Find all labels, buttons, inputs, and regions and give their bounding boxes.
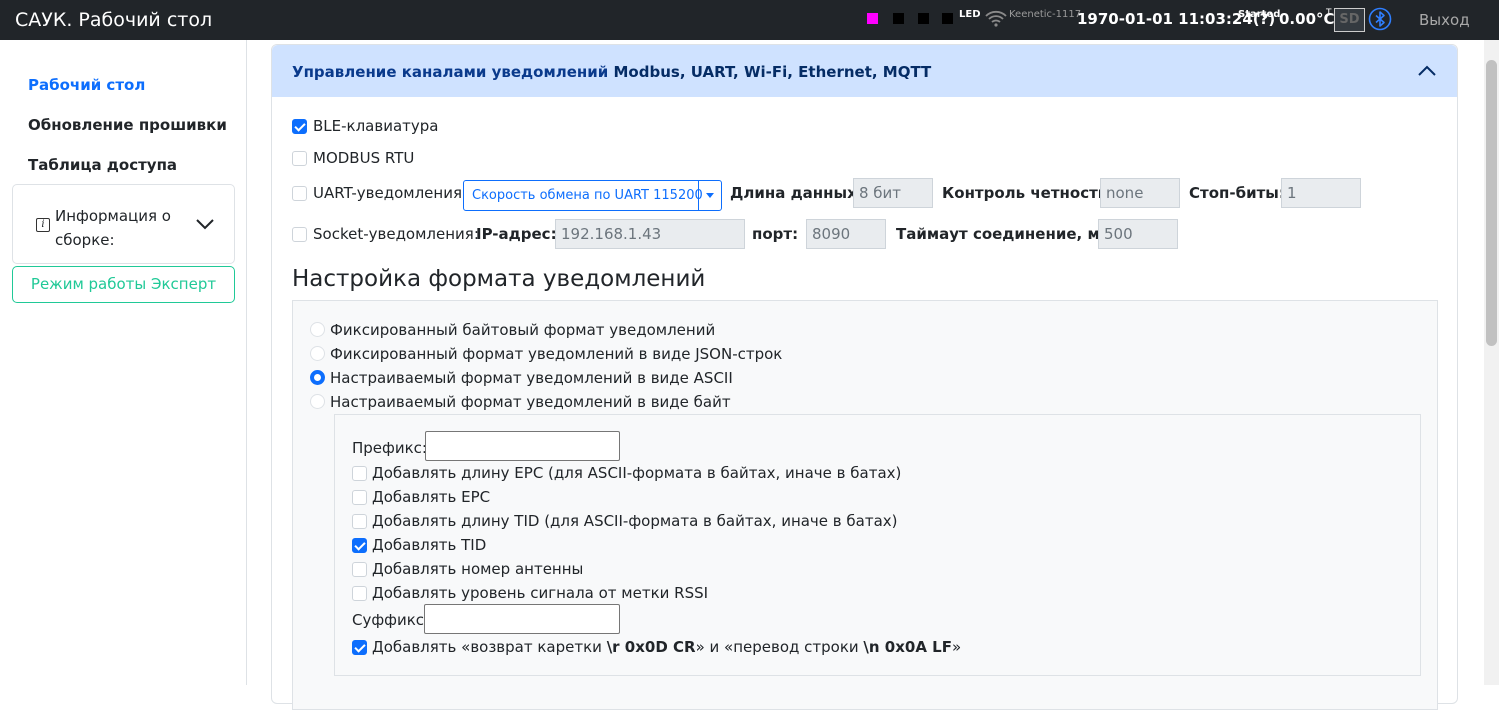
format-radio-fixed-bytes[interactable] — [310, 322, 325, 337]
top-navbar: САУК. Рабочий стол LED Keenetic-1117 197… — [0, 0, 1499, 40]
format-heading: Настройка формата уведомлений — [292, 266, 706, 292]
led-indicator-1 — [867, 13, 878, 24]
wifi-network-name: Keenetic-1117 — [1009, 9, 1082, 20]
custom-format-box: Префикс: Добавлять длину EPC (для ASCII-… — [334, 414, 1421, 676]
prefix-input[interactable] — [425, 431, 620, 461]
state-label: Started — [1238, 9, 1281, 20]
flag-checkbox-epc[interactable] — [352, 490, 367, 505]
format-option-label: Фиксированный байтовый формат уведомлени… — [330, 321, 716, 339]
flag-label: Добавлять длину EPC (для ASCII-формата в… — [372, 464, 902, 482]
stop-bits-label: Стоп-биты: — [1189, 184, 1285, 202]
flag-label: Добавлять EPC — [372, 488, 491, 506]
dropdown-caret-icon — [698, 181, 721, 210]
format-radio-custom-ascii[interactable] — [310, 370, 325, 385]
socket-checkbox[interactable] — [292, 227, 307, 242]
card-title: Управление каналами уведомлений Modbus, … — [292, 63, 931, 81]
format-radio-fixed-json[interactable] — [310, 346, 325, 361]
uart-speed-select[interactable]: Скорость обмена по UART 115200 — [463, 180, 722, 211]
crlf-text: » — [952, 638, 962, 656]
flag-checkbox-epc-length[interactable] — [352, 466, 367, 481]
timeout-input[interactable]: 500 — [1098, 219, 1178, 249]
flag-checkbox-antenna[interactable] — [352, 562, 367, 577]
flag-label: Добавлять длину TID (для ASCII-формата в… — [372, 512, 898, 530]
cr-code: \r 0x0D CR — [606, 638, 696, 656]
status-bar: LED Keenetic-1117 1970-01-01 11:03:24(?)… — [248, 0, 1499, 40]
led-label: LED — [959, 9, 981, 20]
suffix-input[interactable] — [424, 604, 620, 634]
sidebar-item-desktop[interactable]: Рабочий стол — [28, 76, 145, 94]
format-option-label: Настраиваемый формат уведомлений в виде … — [330, 393, 731, 411]
modbus-label: MODBUS RTU — [313, 149, 415, 167]
flag-label: Добавлять TID — [372, 536, 487, 554]
parity-input[interactable]: none — [1100, 178, 1180, 208]
crlf-checkbox[interactable] — [352, 640, 367, 655]
port-input[interactable]: 8090 — [806, 219, 886, 249]
led-indicator-2 — [893, 13, 904, 24]
stop-bits-input[interactable]: 1 — [1281, 178, 1361, 208]
led-indicator-3 — [918, 13, 929, 24]
modbus-checkbox[interactable] — [292, 151, 307, 166]
flag-checkbox-rssi[interactable] — [352, 586, 367, 601]
led-indicator-4 — [942, 13, 953, 24]
sd-card-badge: SD — [1334, 8, 1365, 32]
temperature-suffix: T — [1326, 8, 1332, 18]
uart-checkbox[interactable] — [292, 186, 307, 201]
chevron-up-icon[interactable] — [1418, 63, 1436, 81]
ble-checkbox[interactable] — [292, 119, 307, 134]
scrollbar-thumb[interactable] — [1486, 60, 1497, 346]
uart-label: UART-уведомления — [313, 184, 462, 202]
logout-link[interactable]: Выход — [1419, 11, 1470, 29]
sidebar-item-access-table[interactable]: Таблица доступа — [28, 156, 177, 174]
sidebar-item-firmware-update[interactable]: Обновление прошивки — [28, 116, 227, 134]
format-options-box: Фиксированный байтовый формат уведомлени… — [292, 300, 1438, 710]
format-option-label: Настраиваемый формат уведомлений в виде … — [330, 369, 733, 387]
notification-channels-card: Управление каналами уведомлений Modbus, … — [271, 44, 1458, 710]
suffix-label: Суффикс: — [352, 611, 430, 629]
flag-checkbox-tid-length[interactable] — [352, 514, 367, 529]
card-title-main: Управление каналами уведомлений — [292, 63, 609, 81]
uart-speed-value: Скорость обмена по UART 115200 — [472, 188, 703, 203]
socket-label: Socket-уведомления: — [313, 225, 479, 243]
app-title[interactable]: САУК. Рабочий стол — [0, 0, 248, 40]
crlf-text: » и «перевод строки — [695, 638, 864, 656]
sidebar: Рабочий стол Обновление прошивки Таблица… — [0, 40, 247, 685]
flag-checkbox-tid[interactable] — [352, 538, 367, 553]
parity-label: Контроль четности: — [942, 184, 1115, 202]
crlf-text: Добавлять «возврат каретки — [372, 638, 607, 656]
build-info-accordion[interactable]: i Информация о сборке: — [12, 184, 235, 264]
port-label: порт: — [752, 225, 799, 243]
info-icon: i — [36, 218, 50, 232]
timeout-label: Таймаут соединение, мс: — [896, 225, 1115, 243]
build-info-label: Информация о сборке: — [55, 207, 171, 249]
card-header[interactable]: Управление каналами уведомлений Modbus, … — [272, 45, 1457, 97]
flag-label: Добавлять уровень сигнала от метки RSSI — [372, 584, 709, 602]
format-option-label: Фиксированный формат уведомлений в виде … — [330, 345, 783, 363]
bluetooth-icon — [1368, 7, 1392, 35]
ip-label: IP-адрес: — [476, 225, 557, 243]
format-radio-custom-bytes[interactable] — [310, 394, 325, 409]
ip-input[interactable]: 192.168.1.43 — [555, 219, 745, 249]
flag-label: Добавлять номер антенны — [372, 560, 584, 578]
lf-code: \n 0x0A LF — [863, 638, 952, 656]
card-title-channels: Modbus, UART, Wi-Fi, Ethernet, MQTT — [608, 63, 932, 81]
chevron-down-icon[interactable] — [196, 216, 214, 234]
prefix-label: Префикс: — [352, 439, 427, 457]
data-length-label: Длина данных: — [730, 184, 863, 202]
wifi-icon — [985, 9, 1007, 31]
crlf-label: Добавлять «возврат каретки \r 0x0D CR» и… — [372, 638, 961, 656]
expert-mode-button[interactable]: Режим работы Эксперт — [12, 266, 235, 303]
ble-label: BLE-клавиатура — [313, 117, 439, 135]
data-length-input[interactable]: 8 бит — [853, 178, 933, 208]
